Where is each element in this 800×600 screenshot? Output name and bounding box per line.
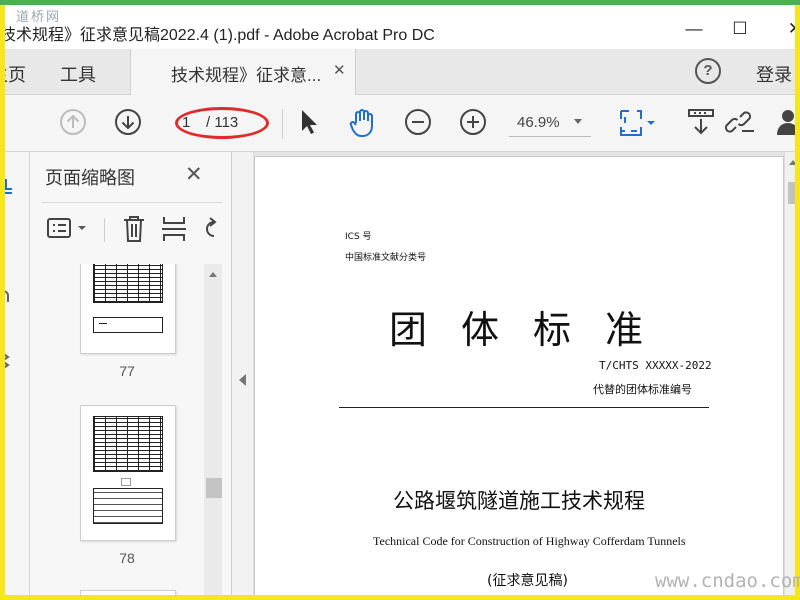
thumbnail-scrollbar[interactable] xyxy=(204,264,222,600)
bookmark-icon[interactable] xyxy=(0,234,10,254)
delete-page-icon[interactable] xyxy=(120,214,148,244)
rotate-page-icon[interactable] xyxy=(200,214,220,244)
window-title: 技术规程》征求意见稿2022.4 (1).pdf - Adobe Acrobat… xyxy=(0,27,435,44)
scroll-up-icon[interactable] xyxy=(789,160,797,165)
thumbnail-list: 77 78 xyxy=(30,264,212,600)
page-thumbnail-78[interactable] xyxy=(80,405,176,541)
watermark-bottom: www.cndao.com xyxy=(655,570,800,592)
standard-heading: 团体标准 xyxy=(389,308,678,352)
user-icon[interactable] xyxy=(776,107,800,139)
thumbnail-line xyxy=(99,323,107,324)
panel-collapse-strip[interactable] xyxy=(232,152,254,600)
annotation-oval xyxy=(175,107,269,139)
zoom-out-icon[interactable] xyxy=(403,107,433,137)
thumbnail-table xyxy=(93,264,163,303)
scroll-mode-icon[interactable] xyxy=(686,107,716,139)
standard-number: T/CHTS XXXXX-2022 xyxy=(599,359,712,372)
ics-number: ICS 号 xyxy=(345,232,372,242)
toolbar-divider xyxy=(282,109,283,139)
document-tab-label: 技术规程》征求意... xyxy=(171,66,322,85)
thumbnail-mark xyxy=(121,478,131,486)
close-window-button[interactable]: ✕ xyxy=(783,17,800,41)
layers-icon[interactable] xyxy=(0,350,12,372)
document-scrollbar[interactable] xyxy=(784,152,800,600)
panel-divider xyxy=(42,202,222,203)
previous-page-icon[interactable] xyxy=(58,107,88,137)
sign-in-button[interactable]: 登录 xyxy=(756,61,792,87)
extract-page-icon[interactable] xyxy=(160,214,188,244)
tab-bar: 主页 工具 技术规程》征求意... ✕ ? 登录 xyxy=(0,49,800,95)
pdf-page: ICS 号 中国标准文献分类号 团体标准 T/CHTS XXXXX-2022 代… xyxy=(254,156,784,600)
page-thumbnail-79[interactable] xyxy=(80,590,176,600)
close-panel-icon[interactable]: ✕ xyxy=(185,162,203,187)
horizontal-rule xyxy=(339,407,709,408)
document-viewer[interactable]: ICS 号 中国标准文献分类号 团体标准 T/CHTS XXXXX-2022 代… xyxy=(254,152,800,600)
panel-title: 页面缩略图 xyxy=(45,168,135,188)
tab-tools[interactable]: 工具 xyxy=(60,61,96,87)
panel-toolbar xyxy=(30,208,232,248)
link-icon[interactable] xyxy=(724,107,758,139)
attachment-icon[interactable] xyxy=(0,288,12,308)
next-page-icon[interactable] xyxy=(113,107,143,137)
minimize-button[interactable]: — xyxy=(682,17,706,41)
top-green-strip xyxy=(0,0,800,5)
page-thumbnail-77[interactable] xyxy=(80,264,176,354)
classification-number: 中国标准文献分类号 xyxy=(345,253,427,263)
select-cursor-icon[interactable] xyxy=(296,107,322,137)
close-tab-icon[interactable]: ✕ xyxy=(333,61,346,79)
document-tab[interactable]: 技术规程》征求意... ✕ xyxy=(130,49,356,95)
thumbnail-page-number: 78 xyxy=(119,550,135,566)
chevron-down-icon[interactable] xyxy=(574,119,582,124)
draft-label: (征求意见稿) xyxy=(487,573,568,589)
chevron-left-icon[interactable] xyxy=(239,374,246,386)
title-bar: 技术规程》征求意见稿2022.4 (1).pdf - Adobe Acrobat… xyxy=(0,5,800,49)
page-fit-icon[interactable] xyxy=(617,107,661,139)
maximize-button[interactable]: ☐ xyxy=(728,17,752,41)
hand-tool-icon[interactable] xyxy=(347,107,379,139)
page-thumbnails-icon[interactable] xyxy=(0,177,14,195)
thumbnail-table xyxy=(93,317,163,333)
replaced-standard: 代替的团体标准编号 xyxy=(593,383,692,396)
scrollbar-thumb[interactable] xyxy=(788,182,797,204)
document-title-en: Technical Code for Construction of Highw… xyxy=(373,534,686,548)
thumbnail-table xyxy=(93,416,163,472)
options-menu-icon[interactable] xyxy=(46,216,90,242)
thumbnails-panel: 页面缩略图 ✕ 77 78 xyxy=(30,152,232,600)
panel-toolbar-divider xyxy=(104,218,105,242)
help-icon[interactable]: ? xyxy=(695,58,721,84)
watermark-top: 道桥网 xyxy=(16,10,62,25)
zoom-in-icon[interactable] xyxy=(458,107,488,137)
scroll-up-icon[interactable] xyxy=(209,272,217,277)
scrollbar-thumb[interactable] xyxy=(206,478,222,498)
document-title-cn: 公路堰筑隧道施工技术规程 xyxy=(393,489,645,513)
toolbar: 1 / 113 46.9% xyxy=(0,95,800,152)
thumbnail-page-number: 77 xyxy=(119,363,135,379)
tab-home[interactable]: 主页 xyxy=(0,61,26,87)
thumbnail-table xyxy=(93,488,163,524)
navigation-rail xyxy=(0,152,30,600)
